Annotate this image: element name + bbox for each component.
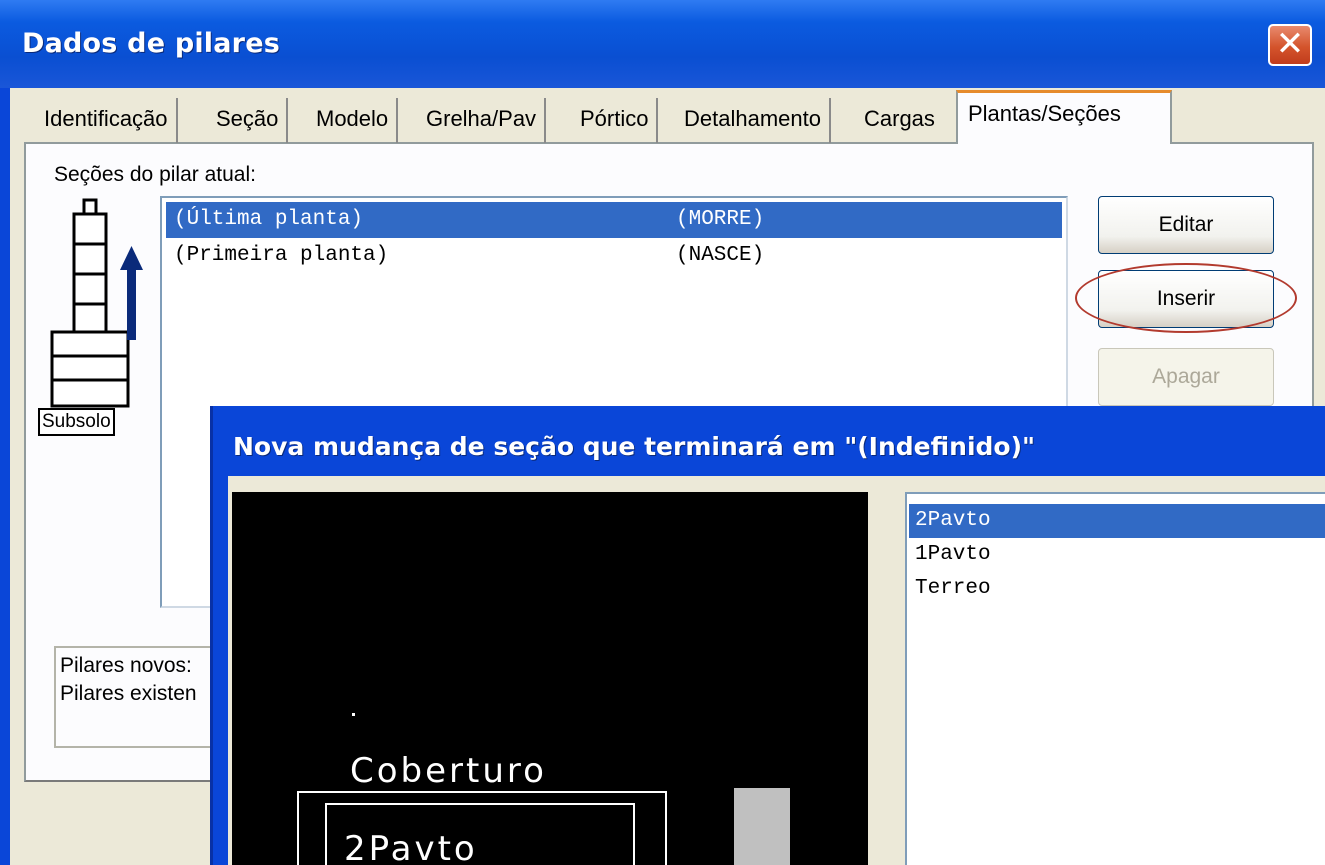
highlight-circle bbox=[1075, 263, 1297, 333]
tab-label: Detalhamento bbox=[684, 106, 821, 131]
sections-label: Seções do pilar atual: bbox=[54, 163, 256, 186]
list-item[interactable]: 2Pavto bbox=[909, 504, 1325, 538]
planta-cell: (Última planta) bbox=[174, 208, 364, 231]
tab-detalhamento[interactable]: Detalhamento bbox=[684, 98, 831, 143]
acao-cell: (MORRE) bbox=[676, 208, 765, 231]
list-item[interactable]: (Primeira planta) (NASCE) bbox=[166, 238, 1062, 274]
preview-top-label: Coberturo bbox=[350, 751, 547, 791]
tab-secao[interactable]: Seção bbox=[216, 98, 289, 143]
delete-button[interactable]: Apagar bbox=[1098, 348, 1274, 406]
floor-preview-canvas[interactable]: Coberturo 2Pavto bbox=[232, 492, 868, 865]
window-title: Dados de pilares bbox=[22, 28, 280, 59]
edit-button[interactable]: Editar bbox=[1098, 196, 1274, 254]
tab-label: Grelha/Pav bbox=[426, 106, 537, 131]
list-item[interactable]: (Última planta) (MORRE) bbox=[166, 202, 1062, 238]
tab-grelha-pav[interactable]: Grelha/Pav bbox=[426, 98, 547, 143]
acao-cell: (NASCE) bbox=[676, 244, 765, 267]
tab-modelo[interactable]: Modelo bbox=[316, 98, 399, 143]
subsolo-label: Subsolo bbox=[38, 408, 115, 436]
tab-plantas-secoes[interactable]: Plantas/Seções bbox=[956, 90, 1172, 144]
list-item[interactable]: Terreo bbox=[909, 572, 1325, 606]
pillar-floors-icon: Subsolo bbox=[36, 198, 150, 442]
close-icon: ✕ bbox=[1275, 24, 1305, 64]
list-item[interactable]: 1Pavto bbox=[909, 538, 1325, 572]
tab-label: Pórtico bbox=[580, 106, 649, 131]
tab-portico[interactable]: Pórtico bbox=[580, 98, 659, 143]
preview-inner-label: 2Pavto bbox=[344, 829, 478, 865]
tab-label: Modelo bbox=[316, 106, 389, 131]
floors-list[interactable]: 2Pavto 1Pavto Terreo bbox=[905, 492, 1325, 865]
planta-cell: (Primeira planta) bbox=[174, 244, 389, 267]
tab-cargas[interactable]: Cargas bbox=[864, 98, 935, 143]
tab-identificacao[interactable]: Identificação bbox=[44, 98, 178, 143]
close-button[interactable]: ✕ bbox=[1268, 24, 1312, 66]
title-bar[interactable]: Dados de pilares ✕ bbox=[0, 0, 1325, 88]
tab-label: Identificação bbox=[44, 106, 168, 131]
dialog-title[interactable]: Nova mudança de seção que terminará em "… bbox=[233, 432, 1035, 461]
tab-label: Plantas/Seções bbox=[968, 101, 1121, 126]
tab-label: Cargas bbox=[864, 106, 935, 131]
up-arrow-icon bbox=[120, 246, 143, 340]
tab-label: Seção bbox=[216, 106, 279, 131]
